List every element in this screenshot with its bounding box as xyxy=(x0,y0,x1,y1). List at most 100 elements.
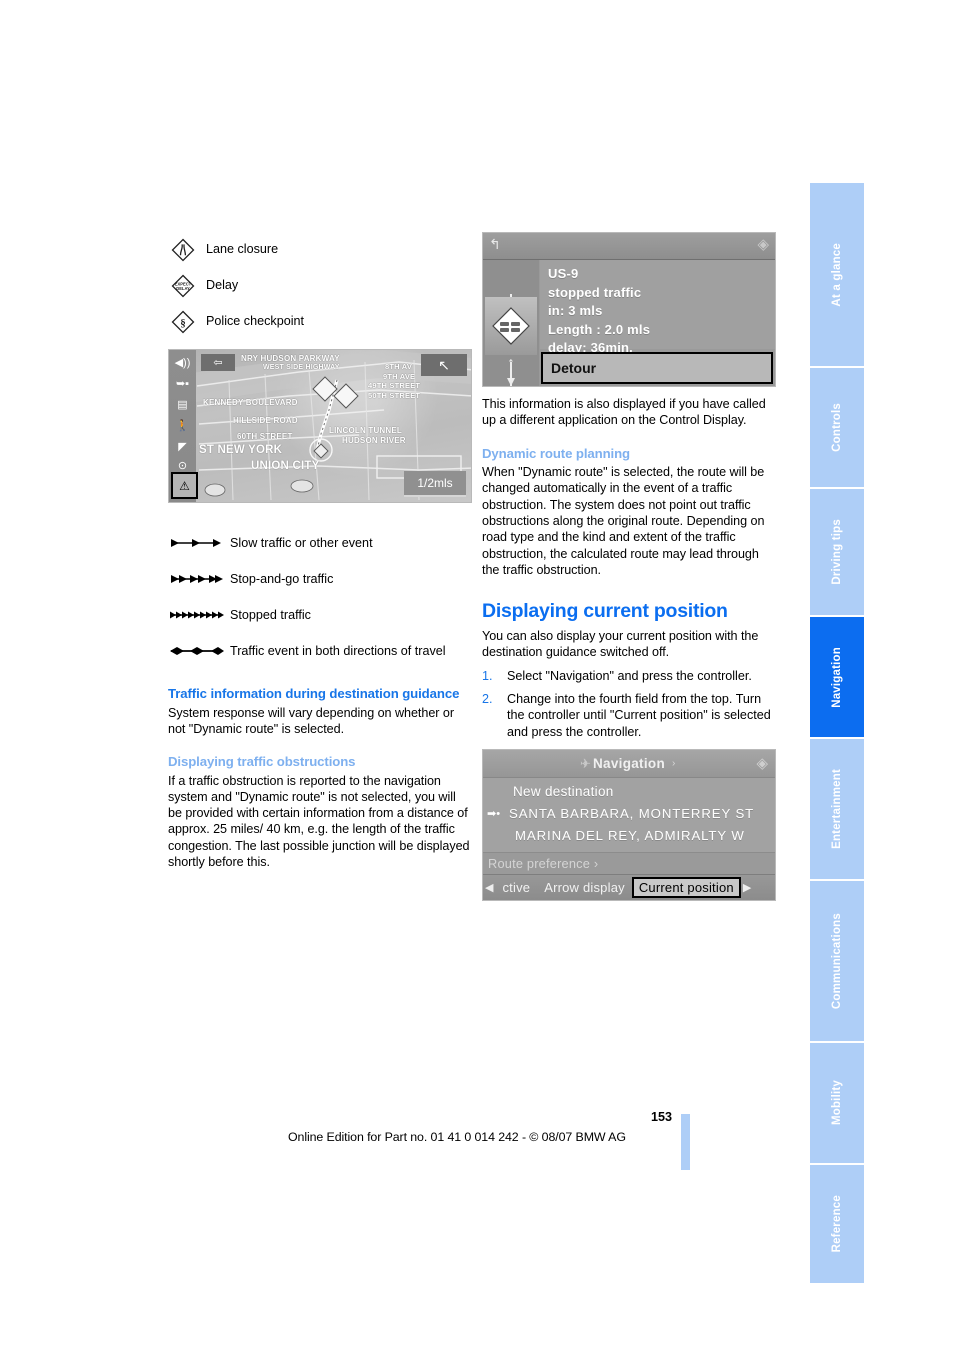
navigation-menu-screenshot: ‹ Navigation › ✈ ◈ New destination ➡• SA… xyxy=(482,748,776,901)
left-column: Lane closure EXPECT DELAY Delay § Police… xyxy=(168,232,472,870)
tab-label: Entertainment xyxy=(831,769,843,849)
nav-menu-title: Navigation xyxy=(592,755,665,771)
sidebar-tab-mobility[interactable]: Mobility xyxy=(810,1043,864,1163)
section-body-current-position: You can also display your current positi… xyxy=(482,629,759,660)
split-screen-icon[interactable]: ▤ xyxy=(172,397,193,414)
section-tab-rail: At a glance Controls Driving tips Naviga… xyxy=(810,183,864,1285)
back-arrow-icon[interactable]: ⇦ xyxy=(201,354,235,371)
sidebar-tab-reference[interactable]: Reference xyxy=(810,1165,864,1283)
navigation-arrow-icon[interactable]: ◤ xyxy=(172,439,193,456)
stopped-traffic-sign-icon xyxy=(485,297,537,355)
traffic-info-line: in: 3 mls xyxy=(548,303,603,318)
globe-icon[interactable]: ◈ xyxy=(756,754,768,772)
slow-traffic-arrow-icon xyxy=(168,536,230,550)
map-street-label: HUDSON RIVER xyxy=(342,436,406,445)
sidebar-tab-entertainment[interactable]: Entertainment xyxy=(810,739,864,879)
list-item: 1. Select "Navigation" and press the con… xyxy=(482,668,778,684)
delay-sign-icon: EXPECT DELAY xyxy=(168,273,206,299)
tab-label: Communications xyxy=(831,912,843,1010)
sidebar-tab-driving-tips[interactable]: Driving tips xyxy=(810,489,864,615)
compass-icon: ✈ xyxy=(580,755,591,771)
arrow-destination-icon[interactable]: ➥▪ xyxy=(172,376,193,393)
traffic-info-line: US-9 xyxy=(548,266,579,281)
svg-text:DELAY: DELAY xyxy=(176,286,190,291)
sidebar-tab-communications[interactable]: Communications xyxy=(810,881,864,1041)
tab-label: Driving tips xyxy=(831,519,843,585)
traffic-warning-icon[interactable]: ⚠ xyxy=(171,472,198,499)
map-street-label: KENNEDY BOULEVARD xyxy=(203,398,298,407)
map-street-label: 8TH AV xyxy=(385,362,413,371)
sidebar-tab-at-a-glance[interactable]: At a glance xyxy=(810,183,864,366)
lane-closure-sign-icon xyxy=(168,237,206,263)
legend-row: EXPECT DELAY Delay xyxy=(168,268,472,304)
bottom-tab-current-position[interactable]: Current position xyxy=(631,876,741,898)
right-column: ↰ ◈ ↑ US-9 stopped traffic in: 3 mls Len… xyxy=(482,232,778,901)
both-directions-arrow-icon xyxy=(168,644,230,658)
traffic-info-line: Length : 2.0 mls xyxy=(548,321,651,337)
footer-note: Online Edition for Part no. 01 41 0 014 … xyxy=(288,1130,626,1144)
legend-row: Stopped traffic xyxy=(168,597,472,633)
legend-label: Delay xyxy=(206,278,239,293)
chevron-right-icon[interactable]: › xyxy=(672,758,675,769)
svg-text:§: § xyxy=(180,318,186,330)
direction-arrow-icon: ↖ xyxy=(421,354,467,376)
traffic-info-text: US-9 stopped traffic in: 3 mls Length : … xyxy=(540,260,775,355)
legend-label: Stop-and-go traffic xyxy=(230,571,334,586)
legend-label: Police checkpoint xyxy=(206,314,305,329)
speaker-icon[interactable]: ◀)) xyxy=(172,355,193,372)
globe-icon[interactable]: ◈ xyxy=(757,237,769,252)
back-arrow-icon[interactable]: ↰ xyxy=(489,237,501,251)
map-street-label: NRY HUDSON PARKWAY xyxy=(241,354,340,363)
scroll-right-icon[interactable]: ▶ xyxy=(741,881,753,894)
legend-label: Slow traffic or other event xyxy=(230,535,373,550)
section-heading-obstructions: Displaying traffic obstructions xyxy=(168,754,356,770)
legend-row: Slow traffic or other event xyxy=(168,525,472,561)
map-city-label: ST NEW YORK xyxy=(199,444,283,456)
map-street-label: WEST SIDE HIGHWAY xyxy=(263,364,340,371)
tab-label: Mobility xyxy=(831,1080,843,1126)
detour-button[interactable]: Detour xyxy=(541,352,773,384)
list-item: 2. Change into the fourth field from the… xyxy=(482,691,778,740)
map-street-label: 9TH AVE xyxy=(383,372,416,381)
map-city-label: UNION CITY xyxy=(251,460,320,472)
tab-label: Controls xyxy=(831,403,843,452)
section-heading-dynamic-route: Dynamic route planning xyxy=(482,445,631,461)
legend-label: Lane closure xyxy=(206,242,279,257)
bottom-tab-arrow-display[interactable]: Arrow display xyxy=(537,880,632,895)
legend-row: Traffic event in both directions of trav… xyxy=(168,633,472,669)
map-scale-label: 1/2mls xyxy=(404,471,466,497)
list-text: Select "Navigation" and press the contro… xyxy=(507,668,752,683)
up-arrow-icon: ↑ xyxy=(507,355,515,372)
stop-and-go-arrow-icon xyxy=(168,572,230,586)
intro-paragraph: This information is also displayed if yo… xyxy=(482,397,766,428)
police-checkpoint-sign-icon: § xyxy=(168,309,206,335)
sidebar-tab-controls[interactable]: Controls xyxy=(810,368,864,487)
sidebar-tab-navigation[interactable]: Navigation xyxy=(810,617,864,737)
manual-page: Lane closure EXPECT DELAY Delay § Police… xyxy=(0,0,954,1350)
scroll-left-icon[interactable]: ◀ xyxy=(483,881,495,894)
page-number: 153 xyxy=(650,1110,672,1124)
traffic-info-icon-column: ↑ xyxy=(483,260,539,386)
footer-accent-bar xyxy=(681,1114,690,1170)
bottom-tab-active[interactable]: ctive xyxy=(495,880,537,895)
map-street-label: 50TH STREET xyxy=(368,391,421,400)
nav-menu-topbar: ‹ Navigation › xyxy=(483,749,775,778)
route-preference-item[interactable]: Route preference › xyxy=(483,851,775,875)
nav-menu-list: New destination ➡• SANTA BARBARA, MONTER… xyxy=(483,777,775,853)
list-item-destination-1[interactable]: SANTA BARBARA, MONTERREY ST xyxy=(483,803,775,825)
list-marker: 2. xyxy=(482,692,493,707)
map-street-label: HILLSIDE ROAD xyxy=(233,416,298,425)
arrow-legend: Slow traffic or other event Stop-and-go … xyxy=(168,525,472,669)
list-item-destination-2[interactable]: MARINA DEL REY, ADMIRALTY W xyxy=(483,825,775,847)
tab-label: Navigation xyxy=(831,646,843,708)
list-text: Change into the fourth field from the to… xyxy=(507,692,771,739)
page-title: Displaying current position xyxy=(482,600,728,623)
list-marker: 1. xyxy=(482,668,493,683)
legend-row: Lane closure xyxy=(168,232,472,268)
tab-label: Reference xyxy=(831,1195,843,1253)
section-body-obstructions: If a traffic obstruction is reported to … xyxy=(168,773,470,870)
pedestrian-icon[interactable]: 🚶 xyxy=(172,418,193,435)
traffic-info-line: stopped traffic xyxy=(548,284,642,300)
traffic-info-screenshot: ↰ ◈ ↑ US-9 stopped traffic in: 3 mls Len… xyxy=(482,232,776,387)
list-item-new-destination[interactable]: New destination xyxy=(483,781,775,803)
